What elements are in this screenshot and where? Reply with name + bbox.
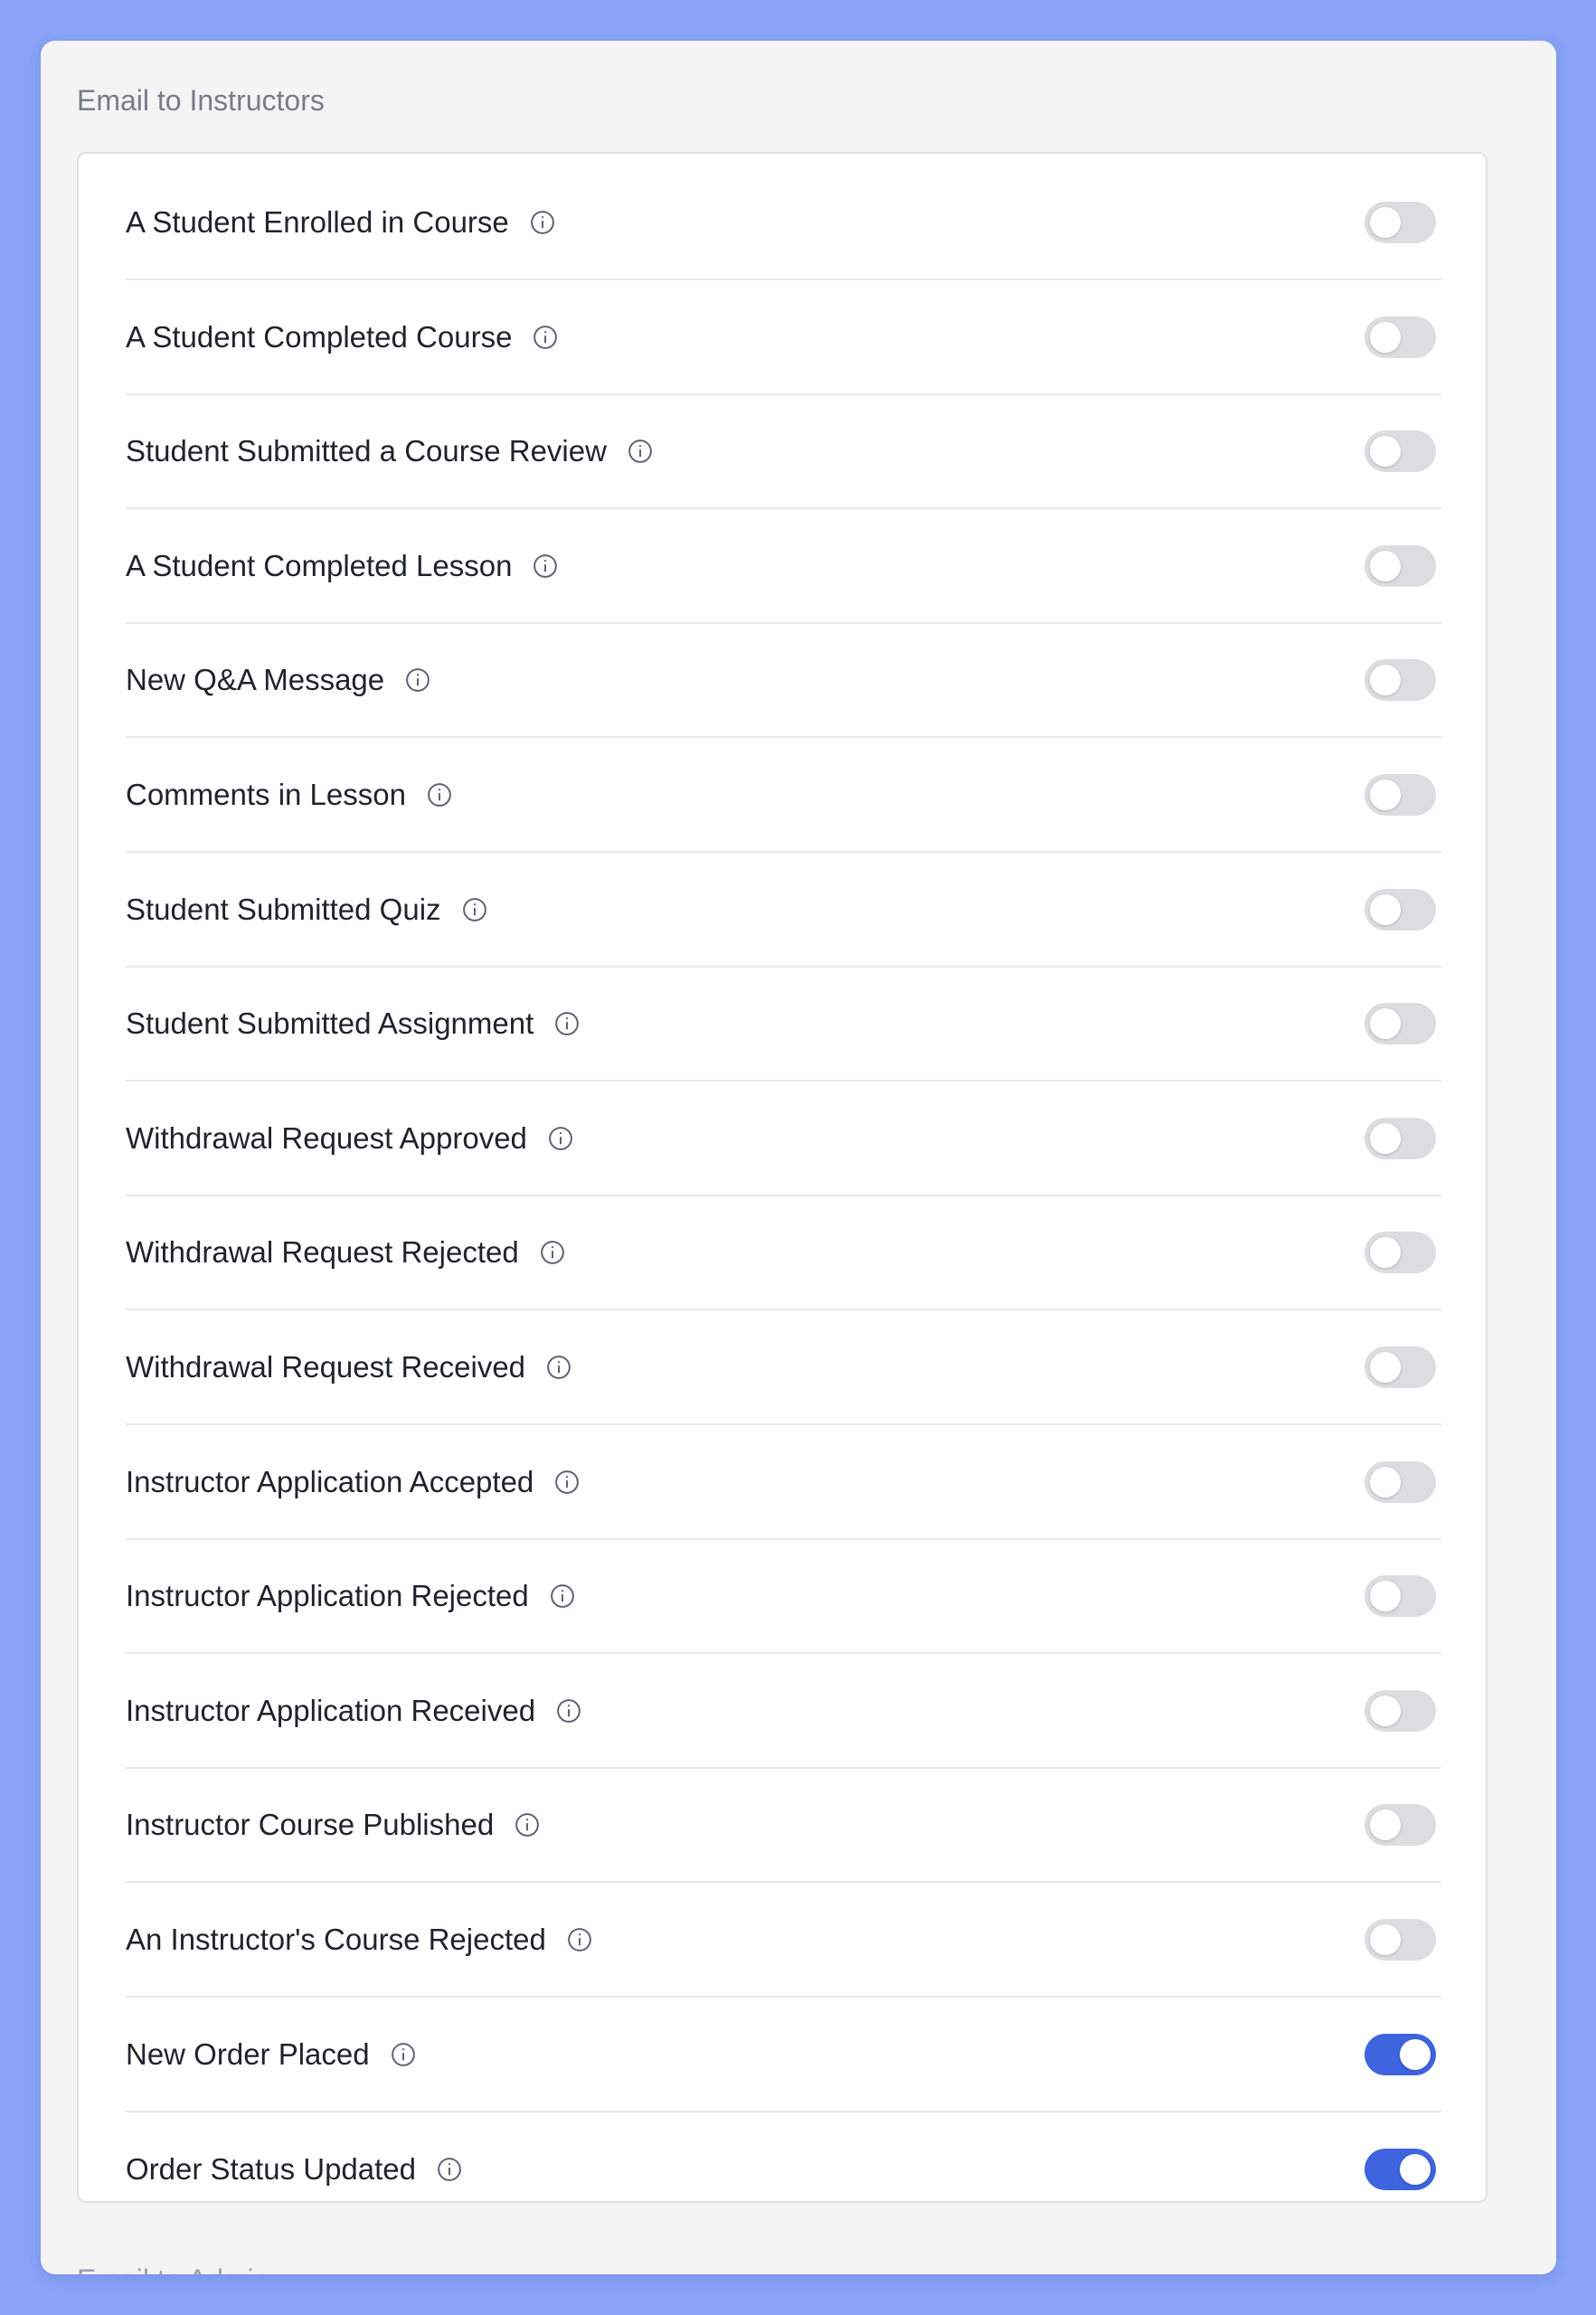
setting-label: Withdrawal Request Received (126, 1350, 526, 1384)
info-icon[interactable] (549, 1583, 576, 1610)
settings-panel: Email to Instructors A Student Enrolled … (41, 41, 1556, 2274)
setting-toggle[interactable] (1365, 1460, 1436, 1503)
setting-label: A Student Completed Lesson (126, 548, 513, 582)
setting-row: New Q&A Message (126, 624, 1441, 739)
next-section-title: Email to Admin (77, 2265, 269, 2274)
setting-label: Instructor Application Accepted (126, 1464, 534, 1498)
setting-row: Student Submitted a Course Review (126, 395, 1441, 510)
setting-row: New Order Placed (126, 1998, 1441, 2112)
toggle-knob (1370, 550, 1401, 581)
toggle-knob (1400, 2038, 1431, 2070)
setting-label: Withdrawal Request Approved (126, 1120, 527, 1155)
setting-toggle[interactable] (1365, 430, 1436, 473)
toggle-knob (1370, 321, 1401, 353)
setting-row: Order Status Updated (126, 2112, 1441, 2226)
setting-toggle[interactable] (1365, 1919, 1436, 1961)
toggle-knob (1370, 1581, 1401, 1612)
setting-toggle[interactable] (1365, 202, 1436, 243)
setting-label: Instructor Application Rejected (126, 1579, 529, 1613)
info-icon[interactable] (547, 1125, 574, 1152)
setting-label: New Q&A Message (126, 663, 385, 697)
info-icon[interactable] (553, 1010, 581, 1037)
setting-toggle[interactable] (1365, 888, 1436, 931)
setting-label: Instructor Application Received (126, 1693, 536, 1727)
setting-row: Comments in Lesson (126, 739, 1441, 853)
toggle-knob (1370, 893, 1401, 925)
setting-row: Instructor Course Published (126, 1769, 1441, 1884)
info-icon[interactable] (426, 781, 453, 808)
toggle-knob (1370, 1008, 1401, 1040)
setting-label: Comments in Lesson (126, 778, 406, 811)
info-icon[interactable] (532, 324, 559, 351)
setting-label: Student Submitted Quiz (126, 892, 441, 926)
toggle-knob (1370, 665, 1401, 696)
info-icon[interactable] (529, 209, 556, 236)
info-icon[interactable] (514, 1811, 541, 1838)
toggle-knob (1370, 1695, 1401, 1726)
info-icon[interactable] (390, 2041, 417, 2068)
setting-row: Withdrawal Request Approved (126, 1082, 1441, 1196)
toggle-knob (1370, 1809, 1401, 1841)
info-icon[interactable] (436, 2156, 463, 2183)
setting-toggle[interactable] (1365, 2033, 1436, 2075)
setting-toggle[interactable] (1365, 316, 1436, 358)
info-icon[interactable] (404, 666, 431, 694)
info-icon[interactable] (627, 438, 654, 465)
setting-row: Instructor Application Accepted (126, 1426, 1441, 1540)
setting-toggle[interactable] (1365, 1117, 1436, 1159)
info-icon[interactable] (545, 1354, 572, 1381)
toggle-knob (1370, 436, 1401, 468)
setting-toggle[interactable] (1365, 774, 1436, 816)
toggle-knob (1370, 1122, 1401, 1154)
setting-label: A Student Completed Course (126, 319, 513, 354)
setting-toggle[interactable] (1365, 1232, 1436, 1274)
setting-row: Withdrawal Request Received (126, 1311, 1441, 1425)
info-icon[interactable] (566, 1926, 593, 1953)
setting-row: Withdrawal Request Rejected (126, 1196, 1441, 1311)
setting-row: Instructor Application Received (126, 1655, 1441, 1769)
setting-row: A Student Enrolled in Course (126, 166, 1441, 280)
setting-label: Withdrawal Request Rejected (126, 1235, 519, 1270)
setting-toggle[interactable] (1365, 1346, 1436, 1388)
toggle-knob (1370, 1924, 1401, 1955)
notification-settings-card: A Student Enrolled in Course A Student Co… (77, 152, 1487, 2203)
info-icon[interactable] (555, 1697, 582, 1724)
setting-toggle[interactable] (1365, 1575, 1436, 1618)
setting-row: Student Submitted Quiz (126, 854, 1441, 968)
setting-row: An Instructor's Course Rejected (126, 1884, 1441, 1998)
info-icon[interactable] (461, 896, 488, 923)
setting-label: New Order Placed (126, 2036, 370, 2071)
toggle-knob (1370, 207, 1401, 238)
toggle-knob (1370, 1237, 1401, 1269)
toggle-knob (1370, 1466, 1401, 1498)
setting-row: A Student Completed Lesson (126, 510, 1441, 624)
setting-label: A Student Enrolled in Course (126, 205, 509, 239)
setting-toggle[interactable] (1365, 544, 1436, 587)
setting-label: Order Status Updated (126, 2152, 417, 2187)
section-title: Email to Instructors (77, 84, 325, 117)
toggle-knob (1370, 780, 1401, 810)
setting-label: An Instructor's Course Rejected (126, 1923, 546, 1956)
toggle-knob (1400, 2154, 1431, 2186)
info-icon[interactable] (539, 1239, 566, 1266)
setting-label: Instructor Course Published (126, 1808, 495, 1842)
setting-toggle[interactable] (1365, 2149, 1436, 2191)
setting-row: Student Submitted Assignment (126, 968, 1441, 1082)
setting-toggle[interactable] (1365, 1689, 1436, 1732)
setting-toggle[interactable] (1365, 659, 1436, 702)
setting-toggle[interactable] (1365, 1804, 1436, 1847)
setting-toggle[interactable] (1365, 1003, 1436, 1045)
toggle-knob (1370, 1352, 1401, 1383)
setting-row: A Student Completed Course (126, 281, 1441, 395)
setting-row: Instructor Application Rejected (126, 1540, 1441, 1655)
setting-label: Student Submitted Assignment (126, 1006, 534, 1041)
info-icon[interactable] (532, 553, 559, 580)
setting-label: Student Submitted a Course Review (126, 434, 607, 468)
info-icon[interactable] (553, 1469, 581, 1496)
